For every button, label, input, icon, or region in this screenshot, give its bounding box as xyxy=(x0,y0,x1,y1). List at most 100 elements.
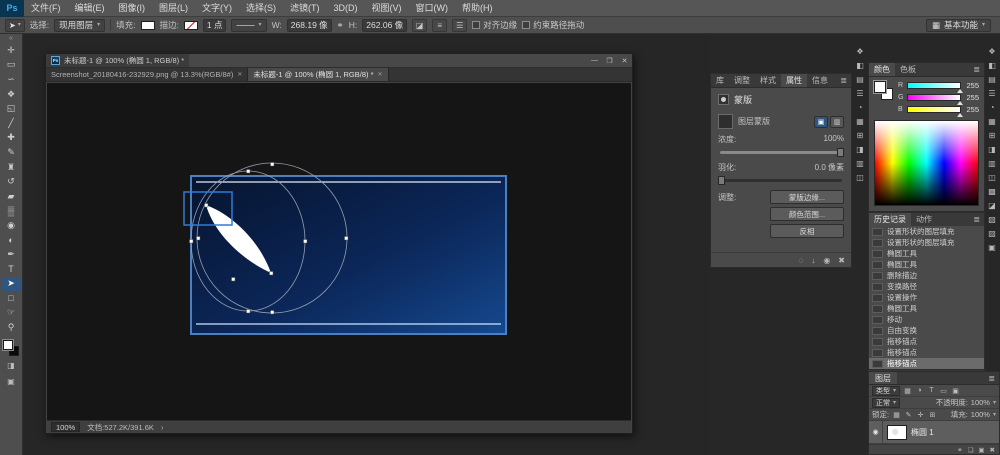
load-selection-icon[interactable]: ◌ xyxy=(799,256,804,265)
collapsed-panel-icon[interactable]: ▣ xyxy=(986,242,999,253)
layer-filter-dropdown[interactable]: 类型 ▾ xyxy=(872,386,900,396)
collapsed-panel-icon[interactable]: ☰ xyxy=(986,88,999,99)
tab-actions[interactable]: 动作 xyxy=(911,213,937,226)
collapsed-panel-icon[interactable]: ◧ xyxy=(986,60,999,71)
tab-swatches[interactable]: 色板 xyxy=(895,63,921,76)
color-spectrum-picker[interactable] xyxy=(874,120,979,206)
select-mode-dropdown[interactable]: 现用图层 ▾ xyxy=(54,19,105,32)
collapsed-panel-icon[interactable]: ◨ xyxy=(854,144,867,155)
collapsed-panel-icon[interactable]: ◪ xyxy=(986,200,999,211)
eyedropper-tool[interactable]: ╱ xyxy=(2,116,21,131)
stroke-swatch[interactable] xyxy=(184,21,198,30)
canvas-artwork[interactable] xyxy=(47,83,631,420)
document-window-titlebar[interactable]: Ps 未标题-1 @ 100% (椭圆 1, RGB/8) * — ❐ ✕ xyxy=(46,54,632,68)
pen-tool[interactable]: ✒ xyxy=(2,247,21,262)
menu-type[interactable]: 文字(Y) xyxy=(195,0,239,17)
apply-mask-icon[interactable]: ↓ xyxy=(811,256,815,265)
collapsed-panel-icon[interactable]: ❖ xyxy=(854,46,867,57)
green-channel-slider[interactable] xyxy=(907,94,961,101)
constrain-path-checkbox-group[interactable]: 约束路径拖动 xyxy=(522,19,584,31)
anchor-point[interactable] xyxy=(271,163,275,167)
shape-height-input[interactable]: 262.06 像 xyxy=(362,19,407,32)
screen-mode-button[interactable]: ▣ xyxy=(2,375,21,388)
menu-select[interactable]: 选择(S) xyxy=(239,0,283,17)
delete-layer-trash-icon[interactable]: ✖ xyxy=(990,446,995,454)
quick-mask-button[interactable]: ◨ xyxy=(2,359,21,372)
history-item[interactable]: 移动 xyxy=(869,314,984,325)
collapsed-panel-icon[interactable]: ▥ xyxy=(986,158,999,169)
foreground-background-swatches[interactable] xyxy=(3,340,19,356)
collapsed-panel-icon[interactable]: ▩ xyxy=(986,186,999,197)
layer-row-ellipse-1[interactable]: ◉ 椭圆 1 xyxy=(869,421,999,444)
delete-mask-trash-icon[interactable]: ✖ xyxy=(838,256,845,265)
feather-slider-handle[interactable] xyxy=(718,176,725,185)
collapsed-panel-icon[interactable]: ◫ xyxy=(854,172,867,183)
green-channel-value[interactable]: 255 xyxy=(964,93,979,102)
blue-channel-slider[interactable] xyxy=(907,106,961,113)
history-item[interactable]: 设置形状的图层填充 xyxy=(869,237,984,248)
density-value[interactable]: 100% xyxy=(824,134,844,145)
dodge-tool[interactable]: ◐ xyxy=(2,233,21,248)
history-item[interactable]: 椭圆工具 xyxy=(869,303,984,314)
close-button[interactable]: ✕ xyxy=(617,54,632,67)
blur-tool[interactable]: ◉ xyxy=(2,218,21,233)
path-arrangement-button[interactable]: ☰ xyxy=(452,19,467,32)
filter-shape-layers-icon[interactable]: ▭ xyxy=(939,387,948,395)
history-item[interactable]: 设置操作 xyxy=(869,292,984,303)
blue-channel-value[interactable]: 255 xyxy=(964,105,979,114)
menu-view[interactable]: 视图(V) xyxy=(365,0,409,17)
collapsed-panel-icon[interactable]: ◫ xyxy=(986,172,999,183)
collapsed-panel-icon[interactable]: ▦ xyxy=(854,116,867,127)
anchor-point[interactable] xyxy=(271,311,275,315)
feather-value[interactable]: 0.0 像素 xyxy=(815,162,844,173)
hand-tool[interactable]: ☞ xyxy=(2,306,21,321)
link-dimensions-icon[interactable]: ⚭ xyxy=(337,20,344,31)
marquee-tool[interactable]: ▭ xyxy=(2,58,21,73)
path-alignment-button[interactable]: ≡ xyxy=(432,19,447,32)
document-window-title-tab[interactable]: Ps 未标题-1 @ 100% (椭圆 1, RGB/8) * xyxy=(46,54,189,67)
tab-layers[interactable]: 图层 xyxy=(869,372,897,384)
history-item[interactable]: 自由变换 xyxy=(869,325,984,336)
collapsed-panel-icon[interactable]: ▧ xyxy=(986,214,999,225)
constrain-path-checkbox[interactable] xyxy=(522,21,530,29)
gradient-tool[interactable]: ▒ xyxy=(2,204,21,219)
collapsed-panel-icon[interactable]: ▤ xyxy=(986,74,999,85)
fill-swatch[interactable] xyxy=(141,21,155,30)
history-item-selected[interactable]: 拖移锚点 xyxy=(869,358,984,369)
collapsed-panel-icon[interactable]: ▦ xyxy=(986,116,999,127)
menu-file[interactable]: 文件(F) xyxy=(24,0,68,17)
history-item[interactable]: 拖移锚点 xyxy=(869,347,984,358)
foreground-color-swatch[interactable] xyxy=(3,340,13,350)
anchor-point[interactable] xyxy=(205,204,209,208)
history-item[interactable]: 设置形状的图层填充 xyxy=(869,226,984,237)
status-options-arrow[interactable]: › xyxy=(161,423,164,432)
clone-stamp-tool[interactable]: ♜ xyxy=(2,160,21,175)
collapsed-panel-icon[interactable]: ❖ xyxy=(986,46,999,57)
crop-tool[interactable]: ◱ xyxy=(2,101,21,116)
collapsed-panel-icon[interactable]: ▤ xyxy=(854,74,867,85)
lock-transparency-icon[interactable]: ▦ xyxy=(892,411,901,419)
density-slider-handle[interactable] xyxy=(837,148,844,157)
red-channel-slider[interactable] xyxy=(907,82,961,89)
density-slider[interactable] xyxy=(720,151,842,154)
layer-thumbnail[interactable] xyxy=(887,425,907,440)
collapsed-panel-icon[interactable]: ▨ xyxy=(986,228,999,239)
brush-tool[interactable]: ✎ xyxy=(2,145,21,160)
mask-thumbnail[interactable] xyxy=(718,114,733,129)
filter-pixel-layers-icon[interactable]: ▦ xyxy=(903,387,912,395)
zoom-tool[interactable]: ⚲ xyxy=(2,320,21,335)
tab-styles[interactable]: 样式 xyxy=(755,74,781,87)
layer-name[interactable]: 椭圆 1 xyxy=(911,427,934,438)
blend-mode-dropdown[interactable]: 正常 ▾ xyxy=(872,398,900,408)
eraser-tool[interactable]: ▰ xyxy=(2,189,21,204)
anchor-point[interactable] xyxy=(270,272,274,276)
move-tool[interactable]: ✛ xyxy=(2,43,21,58)
collapsed-panel-icon[interactable]: ◔ xyxy=(986,102,999,113)
history-item[interactable]: 删除描边 xyxy=(869,270,984,281)
disable-mask-eye-icon[interactable]: ◉ xyxy=(823,256,830,265)
opacity-value[interactable]: 100% xyxy=(971,398,990,407)
panel-menu-icon[interactable]: ≣ xyxy=(984,372,999,384)
anchor-point[interactable] xyxy=(247,310,251,314)
anchor-point[interactable] xyxy=(247,170,251,174)
tab-properties[interactable]: 属性 xyxy=(781,74,807,87)
